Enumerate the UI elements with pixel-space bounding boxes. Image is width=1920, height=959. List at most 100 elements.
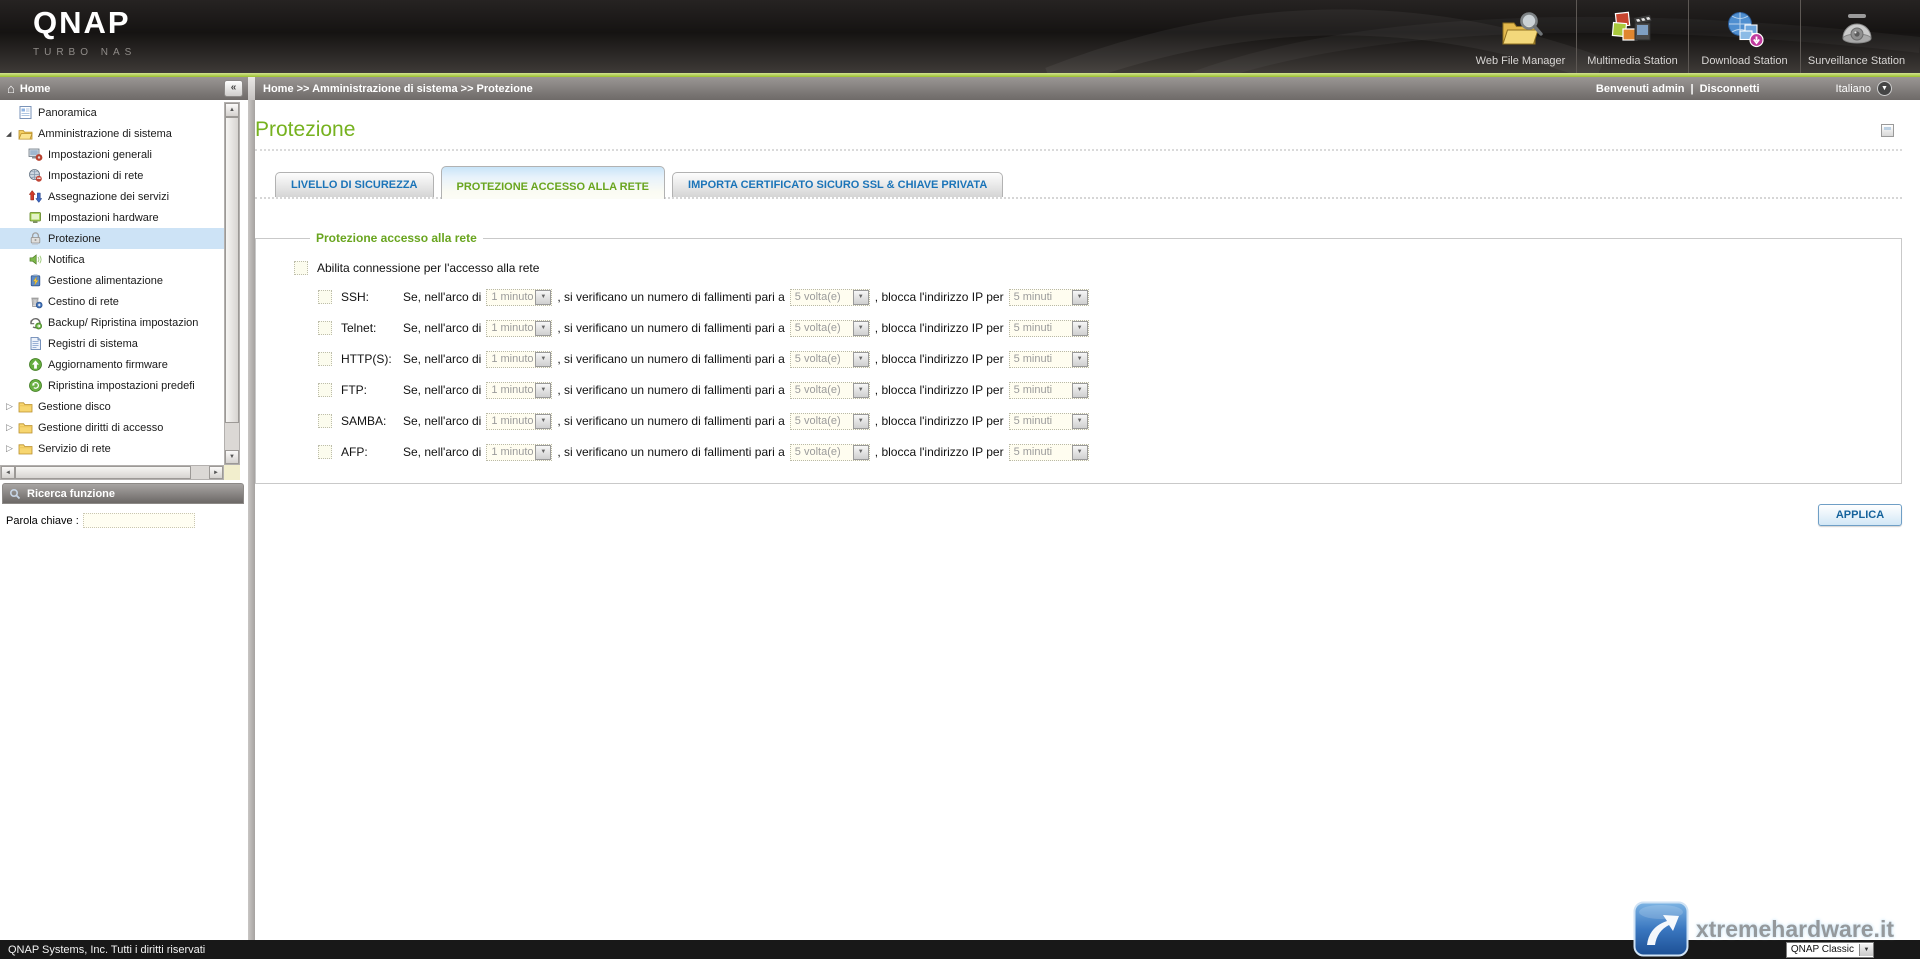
ftp-interval-select[interactable]: 1 minuto ▼ <box>486 381 553 399</box>
select-value: 1 minuto <box>491 446 534 458</box>
folder-open-icon <box>18 126 33 141</box>
breadcrumb: Home >> Amministrazione di sistema >> Pr… <box>263 82 533 95</box>
sidebar-item-panoramica[interactable]: Panoramica <box>0 102 224 123</box>
tab-protezione-accesso-alla-rete[interactable]: PROTEZIONE ACCESSO ALLA RETE <box>440 166 666 199</box>
ssh-block-select[interactable]: 5 minuti ▼ <box>1008 288 1089 306</box>
service-name: FTP: <box>341 383 367 397</box>
sidebar-item-notifica[interactable]: Notifica <box>0 249 224 270</box>
samba-interval-select[interactable]: 1 minuto ▼ <box>486 412 553 430</box>
sidebar-item-gestione-alimentazione[interactable]: Gestione alimentazione <box>0 270 224 291</box>
sidebar-item-label: Servizio di rete <box>38 442 111 455</box>
sidebar-item-gestione-disco[interactable]: ▷ Gestione disco <box>0 396 224 417</box>
afp-failures-select[interactable]: 5 volta(e) ▼ <box>789 443 870 461</box>
select-value: 5 minuti <box>1013 353 1053 365</box>
sidebar-item-impostazioni-di-rete[interactable]: Impostazioni di rete <box>0 165 224 186</box>
select-value: 5 volta(e) <box>794 353 841 365</box>
service-name: Telnet: <box>341 321 377 335</box>
dropdown-arrow-icon: ▼ <box>852 444 869 460</box>
surveillance-station-shortcut[interactable]: Surveillance Station <box>1800 0 1912 73</box>
samba-checkbox[interactable] <box>318 414 332 428</box>
enable-protection-checkbox[interactable] <box>294 261 308 275</box>
tree-collapsed-icon[interactable]: ▷ <box>6 422 18 433</box>
topbar-divider <box>248 77 255 100</box>
samba-failures-select[interactable]: 5 volta(e) ▼ <box>789 412 870 430</box>
language-dropdown-icon: ▼ <box>1877 81 1892 96</box>
tree-horizontal-scrollbar[interactable]: ◄ ► <box>0 465 224 480</box>
scroll-up-button[interactable]: ▲ <box>225 103 239 117</box>
home-icon: ⌂ <box>7 81 15 96</box>
search-icon <box>9 488 21 500</box>
notification-icon <box>28 252 43 267</box>
vertical-scrollbar-thumb[interactable] <box>225 117 239 423</box>
ftp-checkbox[interactable] <box>318 383 332 397</box>
logout-link[interactable]: Disconnetti <box>1700 83 1760 95</box>
overview-icon <box>18 105 33 120</box>
sidebar-item-assegnazione-dei-servizi[interactable]: Assegnazione dei servizi <box>0 186 224 207</box>
sidebar-item-cestino-di-rete[interactable]: Cestino di rete <box>0 291 224 312</box>
sidebar-item-backup-ripristina[interactable]: Backup/ Ripristina impostazion <box>0 312 224 333</box>
sidebar-title: Home <box>19 82 51 95</box>
https-interval-select[interactable]: 1 minuto ▼ <box>486 350 553 368</box>
help-icon[interactable] <box>1881 124 1894 137</box>
qnap-logo: QNAP TURBO NAS <box>33 7 136 58</box>
row-text: Se, nell'arco di <box>403 321 482 335</box>
scroll-down-button[interactable]: ▼ <box>225 450 239 464</box>
telnet-failures-select[interactable]: 5 volta(e) ▼ <box>789 319 870 337</box>
qnap-logo-text: QNAP <box>33 5 131 40</box>
sidebar-item-impostazioni-generali[interactable]: Impostazioni generali <box>0 144 224 165</box>
station-shortcuts: Web File Manager Multimedia Station Down… <box>1465 0 1912 73</box>
sidebar-item-label: Registri di sistema <box>48 337 138 350</box>
sidebar-item-gestione-diritti-di-accesso[interactable]: ▷ Gestione diritti di accesso <box>0 417 224 438</box>
row-text: , blocca l'indirizzo IP per <box>874 445 1004 459</box>
telnet-checkbox[interactable] <box>318 321 332 335</box>
sidebar-item-label: Impostazioni hardware <box>48 211 159 224</box>
language-selector[interactable]: Italiano ▼ <box>1836 81 1892 96</box>
tree-expanded-icon[interactable]: ◢ <box>6 130 18 138</box>
sidebar-item-registri-di-sistema[interactable]: Registri di sistema <box>0 333 224 354</box>
sidebar-item-impostazioni-hardware[interactable]: Impostazioni hardware <box>0 207 224 228</box>
multimedia-station-shortcut[interactable]: Multimedia Station <box>1576 0 1688 73</box>
sidebar-item-protezione[interactable]: Protezione <box>0 228 224 249</box>
hardware-settings-icon <box>28 210 43 225</box>
afp-block-select[interactable]: 5 minuti ▼ <box>1008 443 1089 461</box>
telnet-block-select[interactable]: 5 minuti ▼ <box>1008 319 1089 337</box>
tab-importa-certificato-ssl[interactable]: IMPORTA CERTIFICATO SICURO SSL & CHIAVE … <box>672 172 1004 197</box>
download-station-shortcut[interactable]: Download Station <box>1688 0 1800 73</box>
sidebar-item-ripristina-impostazioni-predefinite[interactable]: Ripristina impostazioni predefi <box>0 375 224 396</box>
tree-collapsed-icon[interactable]: ▷ <box>6 443 18 454</box>
ssh-interval-select[interactable]: 1 minuto ▼ <box>486 288 553 306</box>
https-block-select[interactable]: 5 minuti ▼ <box>1008 350 1089 368</box>
afp-checkbox[interactable] <box>318 445 332 459</box>
ssh-failures-select[interactable]: 5 volta(e) ▼ <box>789 288 870 306</box>
web-file-manager-shortcut[interactable]: Web File Manager <box>1465 0 1576 73</box>
turbo-nas-subtitle: TURBO NAS <box>33 47 137 58</box>
scroll-left-button[interactable]: ◄ <box>1 466 15 479</box>
tree-collapsed-icon[interactable]: ▷ <box>6 401 18 412</box>
sidebar-item-amministrazione-di-sistema[interactable]: ◢ Amministrazione di sistema <box>0 123 224 144</box>
row-text: , blocca l'indirizzo IP per <box>874 383 1004 397</box>
ssh-checkbox[interactable] <box>318 290 332 304</box>
dropdown-arrow-icon: ▼ <box>1859 943 1873 956</box>
tab-livello-di-sicurezza[interactable]: LIVELLO DI SICUREZZA <box>275 172 434 197</box>
watermark-text: xtremehardware.it <box>1695 915 1894 942</box>
https-checkbox[interactable] <box>318 352 332 366</box>
dropdown-arrow-icon: ▼ <box>1071 382 1088 398</box>
sidebar-item-aggiornamento-firmware[interactable]: Aggiornamento firmware <box>0 354 224 375</box>
https-failures-select[interactable]: 5 volta(e) ▼ <box>789 350 870 368</box>
scroll-right-button[interactable]: ► <box>209 466 223 479</box>
afp-interval-select[interactable]: 1 minuto ▼ <box>486 443 553 461</box>
station-label: Surveillance Station <box>1807 55 1906 67</box>
sidebar-collapse-button[interactable]: « <box>224 80 243 97</box>
telnet-interval-select[interactable]: 1 minuto ▼ <box>486 319 553 337</box>
ftp-failures-select[interactable]: 5 volta(e) ▼ <box>789 381 870 399</box>
sidebar-item-servizio-di-rete[interactable]: ▷ Servizio di rete <box>0 438 224 459</box>
samba-block-select[interactable]: 5 minuti ▼ <box>1008 412 1089 430</box>
tree-vertical-scrollbar[interactable]: ▲ ▼ <box>224 102 240 465</box>
dropdown-arrow-icon: ▼ <box>1071 444 1088 460</box>
keyword-input[interactable] <box>82 513 195 528</box>
horizontal-scrollbar-thumb[interactable] <box>15 466 191 479</box>
theme-select[interactable]: QNAP Classic ▼ <box>1785 941 1874 958</box>
dropdown-arrow-icon: ▼ <box>1071 320 1088 336</box>
ftp-block-select[interactable]: 5 minuti ▼ <box>1008 381 1089 399</box>
apply-button[interactable]: APPLICA <box>1818 504 1902 526</box>
